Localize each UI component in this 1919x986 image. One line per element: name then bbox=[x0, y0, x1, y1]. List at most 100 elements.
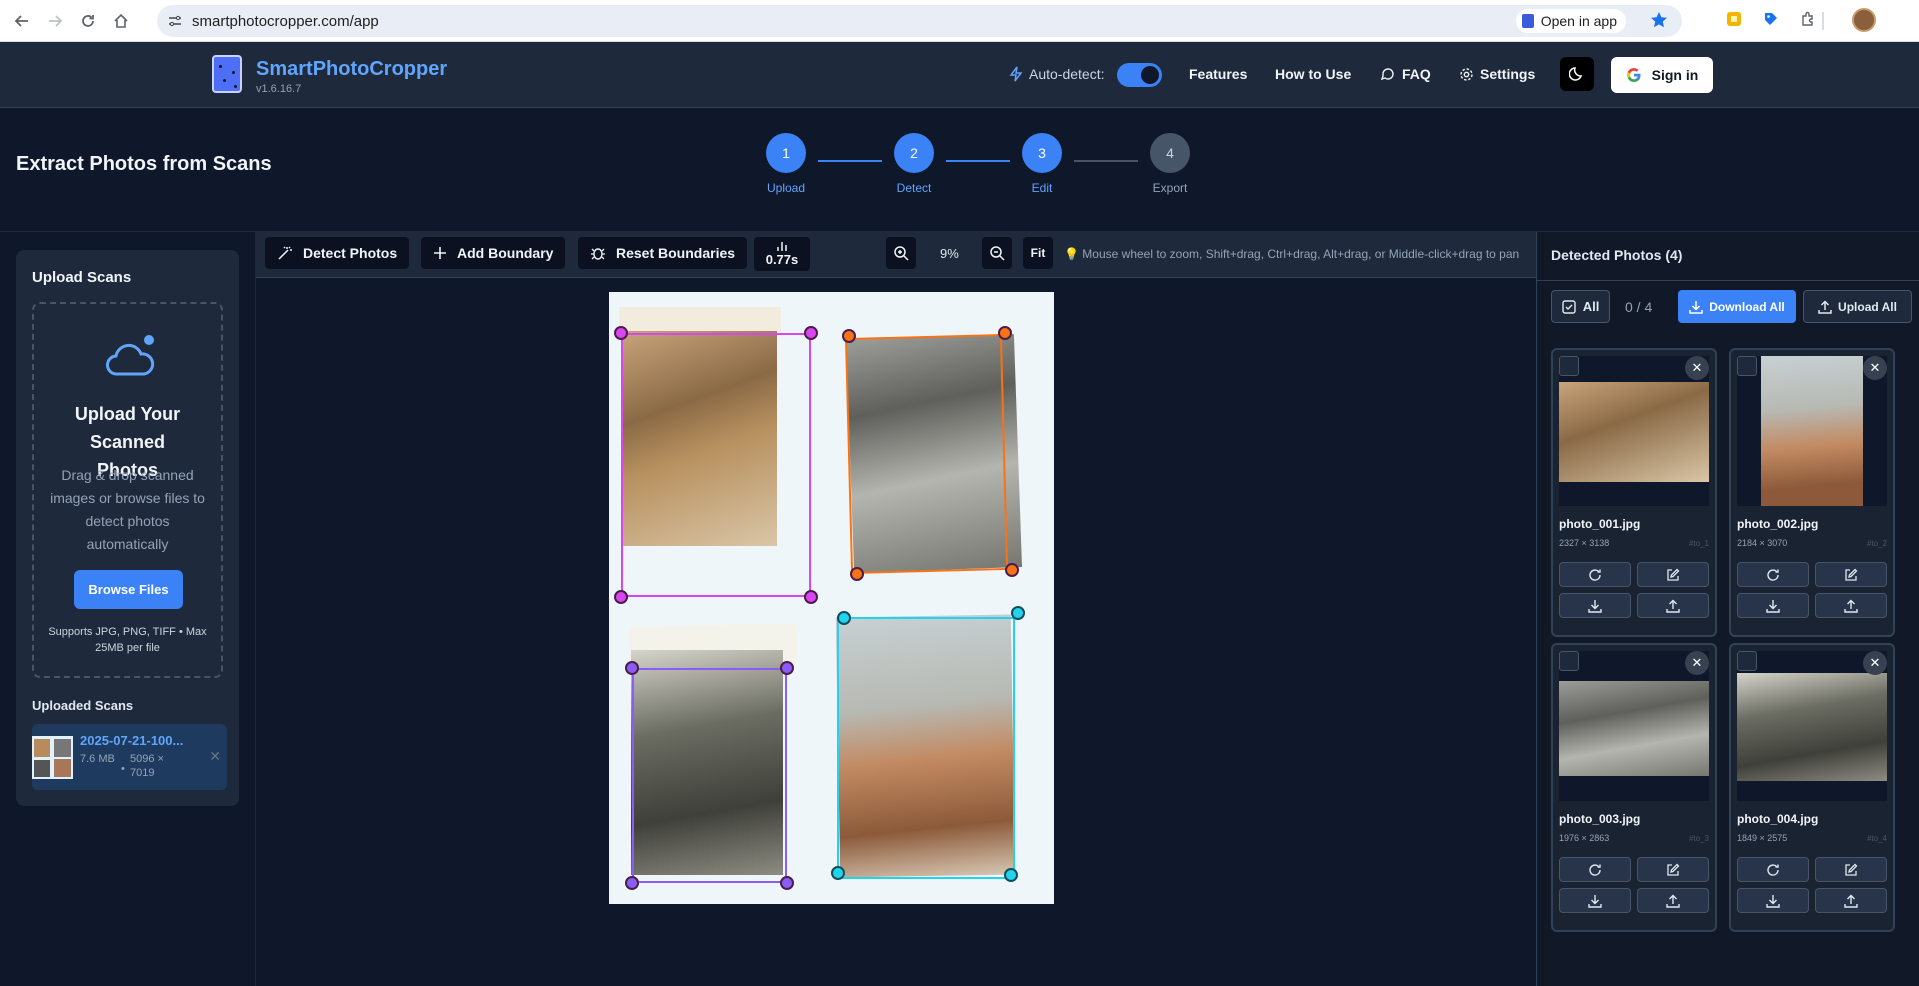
boundary-handle[interactable] bbox=[1011, 606, 1025, 620]
remove-scan-icon[interactable]: ✕ bbox=[209, 748, 221, 765]
edit-button[interactable] bbox=[1637, 857, 1709, 882]
lightning-icon bbox=[1009, 66, 1023, 82]
photos-scrollbar[interactable] bbox=[1909, 336, 1919, 986]
step-export[interactable]: 4Export bbox=[1150, 133, 1190, 173]
bookmark-star-icon[interactable] bbox=[1650, 11, 1668, 29]
extensions-puzzle-icon[interactable] bbox=[1798, 9, 1818, 29]
zoom-out-button[interactable] bbox=[982, 237, 1012, 269]
theme-toggle-button[interactable] bbox=[1560, 57, 1594, 91]
forward-icon[interactable] bbox=[44, 10, 66, 32]
photo-thumbnail[interactable] bbox=[1559, 356, 1709, 506]
remove-photo-icon[interactable]: ✕ bbox=[1685, 651, 1709, 675]
rotate-button[interactable] bbox=[1559, 857, 1631, 882]
download-button[interactable] bbox=[1737, 593, 1809, 618]
remove-photo-icon[interactable]: ✕ bbox=[1863, 356, 1887, 380]
boundary-handle[interactable] bbox=[1004, 868, 1018, 882]
add-boundary-button[interactable]: Add Boundary bbox=[421, 237, 565, 269]
boundary-photo-2[interactable] bbox=[845, 334, 1008, 574]
drop-zone[interactable]: Upload Your Scanned Photos Drag & drop s… bbox=[32, 302, 223, 678]
open-in-app-button[interactable]: Open in app bbox=[1516, 9, 1626, 33]
auto-detect-label: Auto-detect: bbox=[1009, 66, 1105, 82]
boundary-handle[interactable] bbox=[614, 590, 628, 604]
step-upload[interactable]: 1Upload bbox=[766, 133, 806, 173]
remove-photo-icon[interactable]: ✕ bbox=[1863, 651, 1887, 675]
boundary-handle[interactable] bbox=[625, 876, 639, 890]
logo-icon[interactable] bbox=[212, 55, 242, 93]
photo-checkbox[interactable] bbox=[1559, 356, 1579, 376]
extension-yellow-icon[interactable] bbox=[1724, 9, 1744, 29]
sign-in-button[interactable]: Sign in bbox=[1611, 57, 1713, 93]
boundary-handle[interactable] bbox=[842, 329, 856, 343]
boundary-photo-4[interactable] bbox=[837, 617, 1015, 879]
photo-card[interactable]: ✕ photo_004.jpg 1849 × 2575 #to_4 bbox=[1729, 643, 1895, 932]
select-all-button[interactable]: All bbox=[1551, 290, 1610, 323]
photo-checkbox[interactable] bbox=[1737, 651, 1757, 671]
rotate-button[interactable] bbox=[1737, 562, 1809, 587]
boundary-handle[interactable] bbox=[804, 590, 818, 604]
nav-faq-label: FAQ bbox=[1402, 66, 1431, 82]
upload-all-button[interactable]: Upload All bbox=[1803, 290, 1912, 323]
boundary-handle[interactable] bbox=[780, 876, 794, 890]
nav-how-to-use[interactable]: How to Use bbox=[1275, 66, 1351, 82]
photo-card[interactable]: ✕ photo_001.jpg 2327 × 3138 #to_1 bbox=[1551, 348, 1717, 637]
download-button[interactable] bbox=[1737, 888, 1809, 913]
edit-button[interactable] bbox=[1637, 562, 1709, 587]
url-text[interactable]: smartphotocropper.com/app bbox=[192, 13, 379, 30]
photo-thumbnail[interactable] bbox=[1737, 651, 1887, 801]
step-edit[interactable]: 3Edit bbox=[1022, 133, 1062, 173]
photo-checkbox[interactable] bbox=[1559, 651, 1579, 671]
photo-checkbox[interactable] bbox=[1737, 356, 1757, 376]
editor-canvas[interactable] bbox=[256, 278, 1536, 986]
boundary-handle[interactable] bbox=[804, 326, 818, 340]
rotate-button[interactable] bbox=[1559, 562, 1631, 587]
upload-button[interactable] bbox=[1637, 888, 1709, 913]
auto-detect-toggle[interactable] bbox=[1117, 63, 1162, 87]
nav-faq[interactable]: FAQ bbox=[1381, 66, 1431, 82]
boundary-handle[interactable] bbox=[614, 326, 628, 340]
upload-button[interactable] bbox=[1815, 888, 1887, 913]
rotate-button[interactable] bbox=[1737, 857, 1809, 882]
extension-tag-icon[interactable] bbox=[1761, 9, 1781, 29]
zoom-in-button[interactable] bbox=[886, 237, 916, 269]
edit-button[interactable] bbox=[1815, 562, 1887, 587]
profile-avatar[interactable] bbox=[1852, 8, 1876, 32]
checkbox-icon bbox=[1562, 300, 1576, 314]
step-detect[interactable]: 2Detect bbox=[894, 133, 934, 173]
download-button[interactable] bbox=[1559, 888, 1631, 913]
upload-button[interactable] bbox=[1815, 593, 1887, 618]
boundary-handle[interactable] bbox=[998, 326, 1012, 340]
home-icon[interactable] bbox=[110, 10, 132, 32]
photo-card[interactable]: ✕ photo_003.jpg 1976 × 2863 #to_3 bbox=[1551, 643, 1717, 932]
reset-boundaries-button[interactable]: Reset Boundaries bbox=[578, 237, 747, 269]
boundary-handle[interactable] bbox=[837, 611, 851, 625]
remove-photo-icon[interactable]: ✕ bbox=[1685, 356, 1709, 380]
boundary-photo-1[interactable] bbox=[621, 333, 811, 597]
photo-thumbnail[interactable] bbox=[1737, 356, 1887, 506]
edit-button[interactable] bbox=[1815, 857, 1887, 882]
scan-image[interactable] bbox=[609, 292, 1054, 904]
download-all-button[interactable]: Download All bbox=[1678, 290, 1796, 323]
photo-thumbnail[interactable] bbox=[1559, 651, 1709, 801]
site-info-icon[interactable] bbox=[168, 14, 182, 28]
boundary-handle[interactable] bbox=[780, 661, 794, 675]
boundary-handle[interactable] bbox=[625, 661, 639, 675]
nav-settings[interactable]: Settings bbox=[1459, 66, 1535, 82]
download-button[interactable] bbox=[1559, 593, 1631, 618]
address-bar[interactable]: smartphotocropper.com/app Open in app bbox=[157, 5, 1682, 37]
fit-button[interactable]: Fit bbox=[1023, 237, 1053, 269]
boundary-photo-3[interactable] bbox=[632, 668, 787, 883]
back-icon[interactable] bbox=[11, 10, 33, 32]
boundary-handle[interactable] bbox=[831, 866, 845, 880]
uploaded-scan-item[interactable]: 2025-07-21-100... 7.6 MB • 5096 × 7019 ✕ bbox=[32, 724, 227, 790]
browse-files-button[interactable]: Browse Files bbox=[74, 570, 183, 609]
zoom-level: 9% bbox=[940, 246, 959, 261]
boundary-handle[interactable] bbox=[1005, 563, 1019, 577]
reload-icon[interactable] bbox=[77, 10, 99, 32]
brand-name[interactable]: SmartPhotoCropper bbox=[256, 58, 447, 81]
detect-photos-button[interactable]: Detect Photos bbox=[265, 237, 409, 269]
photo-card[interactable]: ✕ photo_002.jpg 2184 × 3070 #to_2 bbox=[1729, 348, 1895, 637]
nav-features[interactable]: Features bbox=[1189, 66, 1247, 82]
detected-photos-heading: Detected Photos (4) bbox=[1551, 247, 1682, 263]
boundary-handle[interactable] bbox=[850, 567, 864, 581]
upload-button[interactable] bbox=[1637, 593, 1709, 618]
